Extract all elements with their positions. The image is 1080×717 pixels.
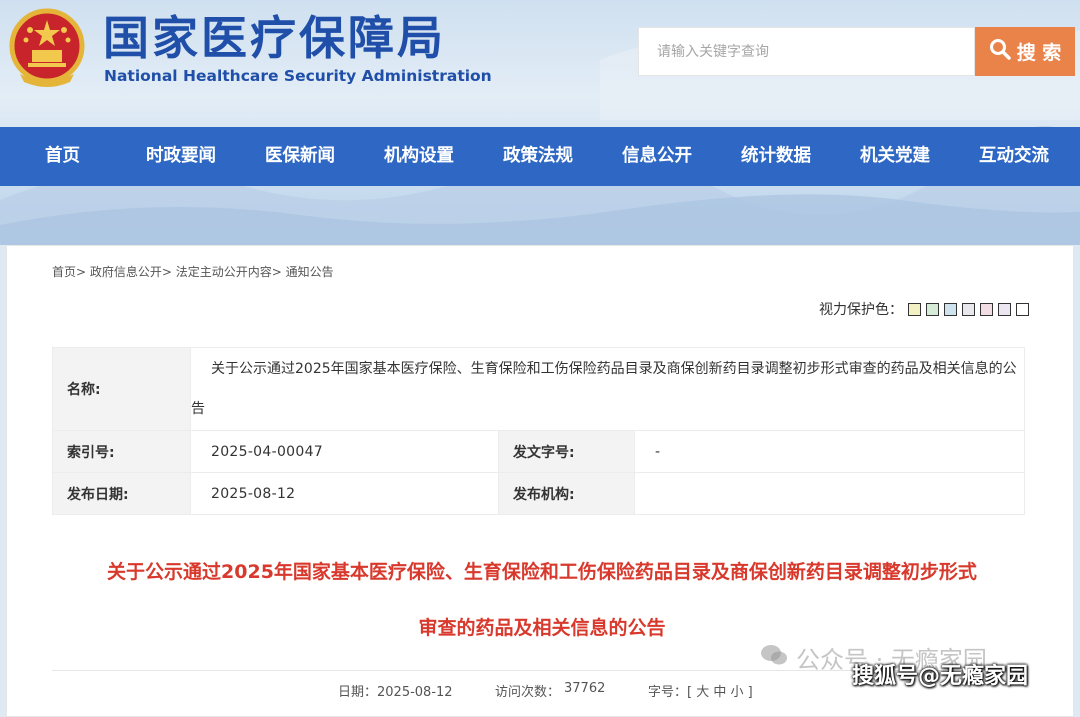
article-date: 日期：2025-08-12 — [338, 685, 453, 700]
nav-item-healthcare-news[interactable]: 医保新闻 — [265, 127, 335, 186]
date-value: 2025-08-12 — [190, 472, 499, 515]
visits-label: 访问次数： — [495, 685, 561, 700]
national-emblem-logo — [8, 8, 86, 90]
search-input[interactable] — [638, 27, 975, 76]
sohu-watermark: 搜狐号@无瘾家园 — [852, 664, 1029, 689]
color-swatch-gray[interactable] — [962, 302, 975, 316]
site-title[interactable]: 国家医疗保障局 — [103, 10, 446, 66]
breadcrumb-gov-info[interactable]: 政府信息公开> — [90, 265, 172, 279]
font-size-control[interactable]: 字号：[ 大 中 小 ] — [648, 681, 753, 700]
main-nav: 首页 时政要闻 医保新闻 机构设置 政策法规 信息公开 统计数据 机关党建 互动… — [0, 127, 1080, 186]
breadcrumb-home[interactable]: 首页> — [52, 265, 86, 279]
breadcrumb-notices[interactable]: 通知公告 — [286, 265, 334, 279]
search-button-label: 搜 索 — [1016, 42, 1062, 64]
document-meta-table: 名称: 关于公示通过2025年国家基本医疗保险、生育保险和工伤保险药品目录及商保… — [52, 347, 1025, 515]
color-swatch-green[interactable] — [926, 302, 939, 316]
search-box: 搜 索 — [638, 27, 1075, 76]
docno-label: 发文字号: — [498, 430, 635, 473]
color-swatch-yellow[interactable] — [908, 302, 921, 316]
eye-protection-colors: 视力保护色： — [819, 299, 1029, 319]
search-button[interactable]: 搜 索 — [975, 27, 1075, 76]
org-value — [634, 472, 1025, 515]
nav-item-statistics[interactable]: 统计数据 — [741, 127, 811, 186]
breadcrumb: 首页> 政府信息公开> 法定主动公开内容> 通知公告 — [52, 263, 334, 280]
color-swatch-purple[interactable] — [998, 302, 1011, 316]
nav-item-organization[interactable]: 机构设置 — [384, 127, 454, 186]
wechat-icon — [760, 643, 788, 673]
article-title-line1: 关于公示通过2025年国家基本医疗保险、生育保险和工伤保险药品目录及商保创新药目… — [107, 561, 977, 583]
nav-item-party-building[interactable]: 机关党建 — [860, 127, 930, 186]
nav-item-interaction[interactable]: 互动交流 — [979, 127, 1049, 186]
visits-count: 37762 — [564, 681, 606, 696]
color-swatch-pink[interactable] — [980, 302, 993, 316]
name-value: 关于公示通过2025年国家基本医疗保险、生育保险和工伤保险药品目录及商保创新药目… — [190, 347, 1025, 431]
nav-item-current-affairs[interactable]: 时政要闻 — [146, 127, 216, 186]
index-label: 索引号: — [52, 430, 191, 473]
name-label: 名称: — [52, 347, 191, 431]
eye-protection-label: 视力保护色： — [819, 302, 903, 318]
nav-item-policies[interactable]: 政策法规 — [503, 127, 573, 186]
org-label: 发布机构: — [498, 472, 635, 515]
color-swatch-white[interactable] — [1016, 302, 1029, 316]
color-swatch-blue[interactable] — [944, 302, 957, 316]
breadcrumb-statutory[interactable]: 法定主动公开内容> — [176, 265, 282, 279]
nav-item-home[interactable]: 首页 — [45, 127, 80, 186]
docno-value: - — [634, 430, 1025, 473]
index-value: 2025-04-00047 — [190, 430, 499, 473]
date-label: 发布日期: — [52, 472, 191, 515]
site-subtitle: National Healthcare Security Administrat… — [104, 67, 492, 85]
nav-item-info-disclosure[interactable]: 信息公开 — [622, 127, 692, 186]
search-icon — [989, 38, 1011, 65]
